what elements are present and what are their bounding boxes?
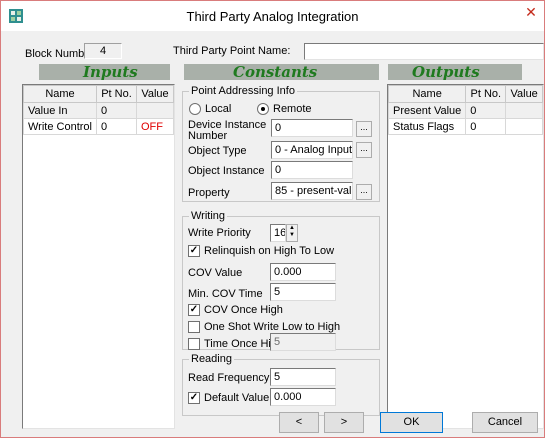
inputs-grid[interactable]: Name Pt No. Value Value In 0 Write Contr… [22,84,175,429]
min-cov-time-input[interactable]: 5 [270,283,336,301]
table-row[interactable]: Status Flags 0 [387,118,543,135]
input-name: Write Control [23,118,97,135]
output-name: Status Flags [387,118,467,135]
next-button[interactable]: > [324,412,364,433]
default-value-checkbox[interactable]: ✓ [188,392,200,404]
default-value-label[interactable]: Default Value [204,392,269,404]
reading-legend: Reading [189,353,234,365]
outputs-table: Name Pt No. Value Present Value 0 Status… [387,85,543,135]
cov-value-label: COV Value [188,267,243,279]
window-title: Third Party Analog Integration [186,9,359,24]
output-pt: 0 [465,118,507,135]
title-bar: Third Party Analog Integration ✕ [1,1,544,31]
dialog-body: Block Number: 4 Third Party Point Name: … [1,31,544,437]
dialog-window: Third Party Analog Integration ✕ Block N… [0,0,545,438]
property-input[interactable]: 85 - present-value [271,182,353,200]
write-priority-label: Write Priority [188,227,251,239]
inputs-table: Name Pt No. Value Value In 0 Write Contr… [23,85,175,135]
object-type-browse-button[interactable]: ... [356,142,372,158]
inputs-col-value[interactable]: Value [135,85,175,103]
input-pt: 0 [95,102,137,119]
one-shot-checkbox[interactable] [188,321,200,333]
outputs-col-value[interactable]: Value [505,85,543,103]
min-cov-time-label: Min. COV Time [188,288,263,300]
cancel-button[interactable]: Cancel [472,412,538,433]
outputs-grid[interactable]: Name Pt No. Value Present Value 0 Status… [387,84,544,429]
output-name: Present Value [387,102,467,119]
outputs-title: Outputs [412,63,480,81]
cov-value-input[interactable]: 0.000 [270,263,336,281]
input-name: Value In [23,102,97,119]
relinquish-label[interactable]: Relinquish on High To Low [204,245,334,257]
input-value-off: OFF [135,118,175,135]
remote-radio[interactable] [257,103,269,115]
inputs-title: Inputs [83,63,138,81]
table-row[interactable]: Present Value 0 [387,102,543,119]
time-once-high-checkbox[interactable] [188,338,200,350]
device-instance-browse-button[interactable]: ... [356,121,372,137]
table-row[interactable]: Value In 0 [23,102,175,119]
remote-label[interactable]: Remote [273,103,312,115]
cov-once-high-label[interactable]: COV Once High [204,304,283,316]
local-label[interactable]: Local [205,103,231,115]
property-label: Property [188,187,230,199]
outputs-col-pt[interactable]: Pt No. [465,85,507,103]
cov-once-high-checkbox[interactable]: ✓ [188,304,200,316]
outputs-col-name[interactable]: Name [387,85,467,103]
one-shot-label[interactable]: One Shot Write Low to High [204,321,340,333]
write-priority-spinner[interactable]: ▲ ▼ [286,224,298,242]
object-instance-input[interactable]: 0 [271,161,353,179]
output-pt: 0 [465,102,507,119]
object-instance-label: Object Instance [188,165,265,177]
output-value [505,118,543,135]
relinquish-checkbox[interactable]: ✓ [188,245,200,257]
device-instance-input[interactable]: 0 [271,119,353,137]
table-row[interactable]: Write Control 0 OFF [23,118,175,135]
default-value-input[interactable]: 0.000 [270,388,336,406]
point-name-label: Third Party Point Name: [173,45,291,57]
object-type-label: Object Type [188,145,247,157]
writing-group: Writing Write Priority 16 ▲ ▼ ✓ Relinquis… [182,210,380,351]
write-priority-input[interactable]: 16 [270,224,286,242]
local-radio[interactable] [189,103,201,115]
read-frequency-label: Read Frequency [188,372,270,384]
object-type-input[interactable]: 0 - Analog Input [271,141,353,159]
close-icon[interactable]: ✕ [518,1,544,23]
point-addressing-group: Point Addressing Info Local Remote Devic… [182,85,380,202]
block-number-value: 4 [84,43,122,59]
read-frequency-input[interactable]: 5 [270,368,336,386]
reading-group: Reading Read Frequency 5 ✓ Default Value… [182,353,380,416]
time-once-high-input[interactable]: 5 [270,333,336,351]
point-name-input[interactable] [304,43,544,60]
output-value [505,102,543,119]
inputs-col-pt[interactable]: Pt No. [95,85,137,103]
prev-button[interactable]: < [279,412,319,433]
constants-title: Constants [233,63,318,81]
input-value [135,102,175,119]
device-instance-label-2: Number [188,130,228,142]
ok-button[interactable]: OK [380,412,443,433]
point-addressing-legend: Point Addressing Info [189,85,297,97]
property-browse-button[interactable]: ... [356,184,372,200]
writing-legend: Writing [189,210,228,222]
input-pt: 0 [95,118,137,135]
inputs-col-name[interactable]: Name [23,85,97,103]
